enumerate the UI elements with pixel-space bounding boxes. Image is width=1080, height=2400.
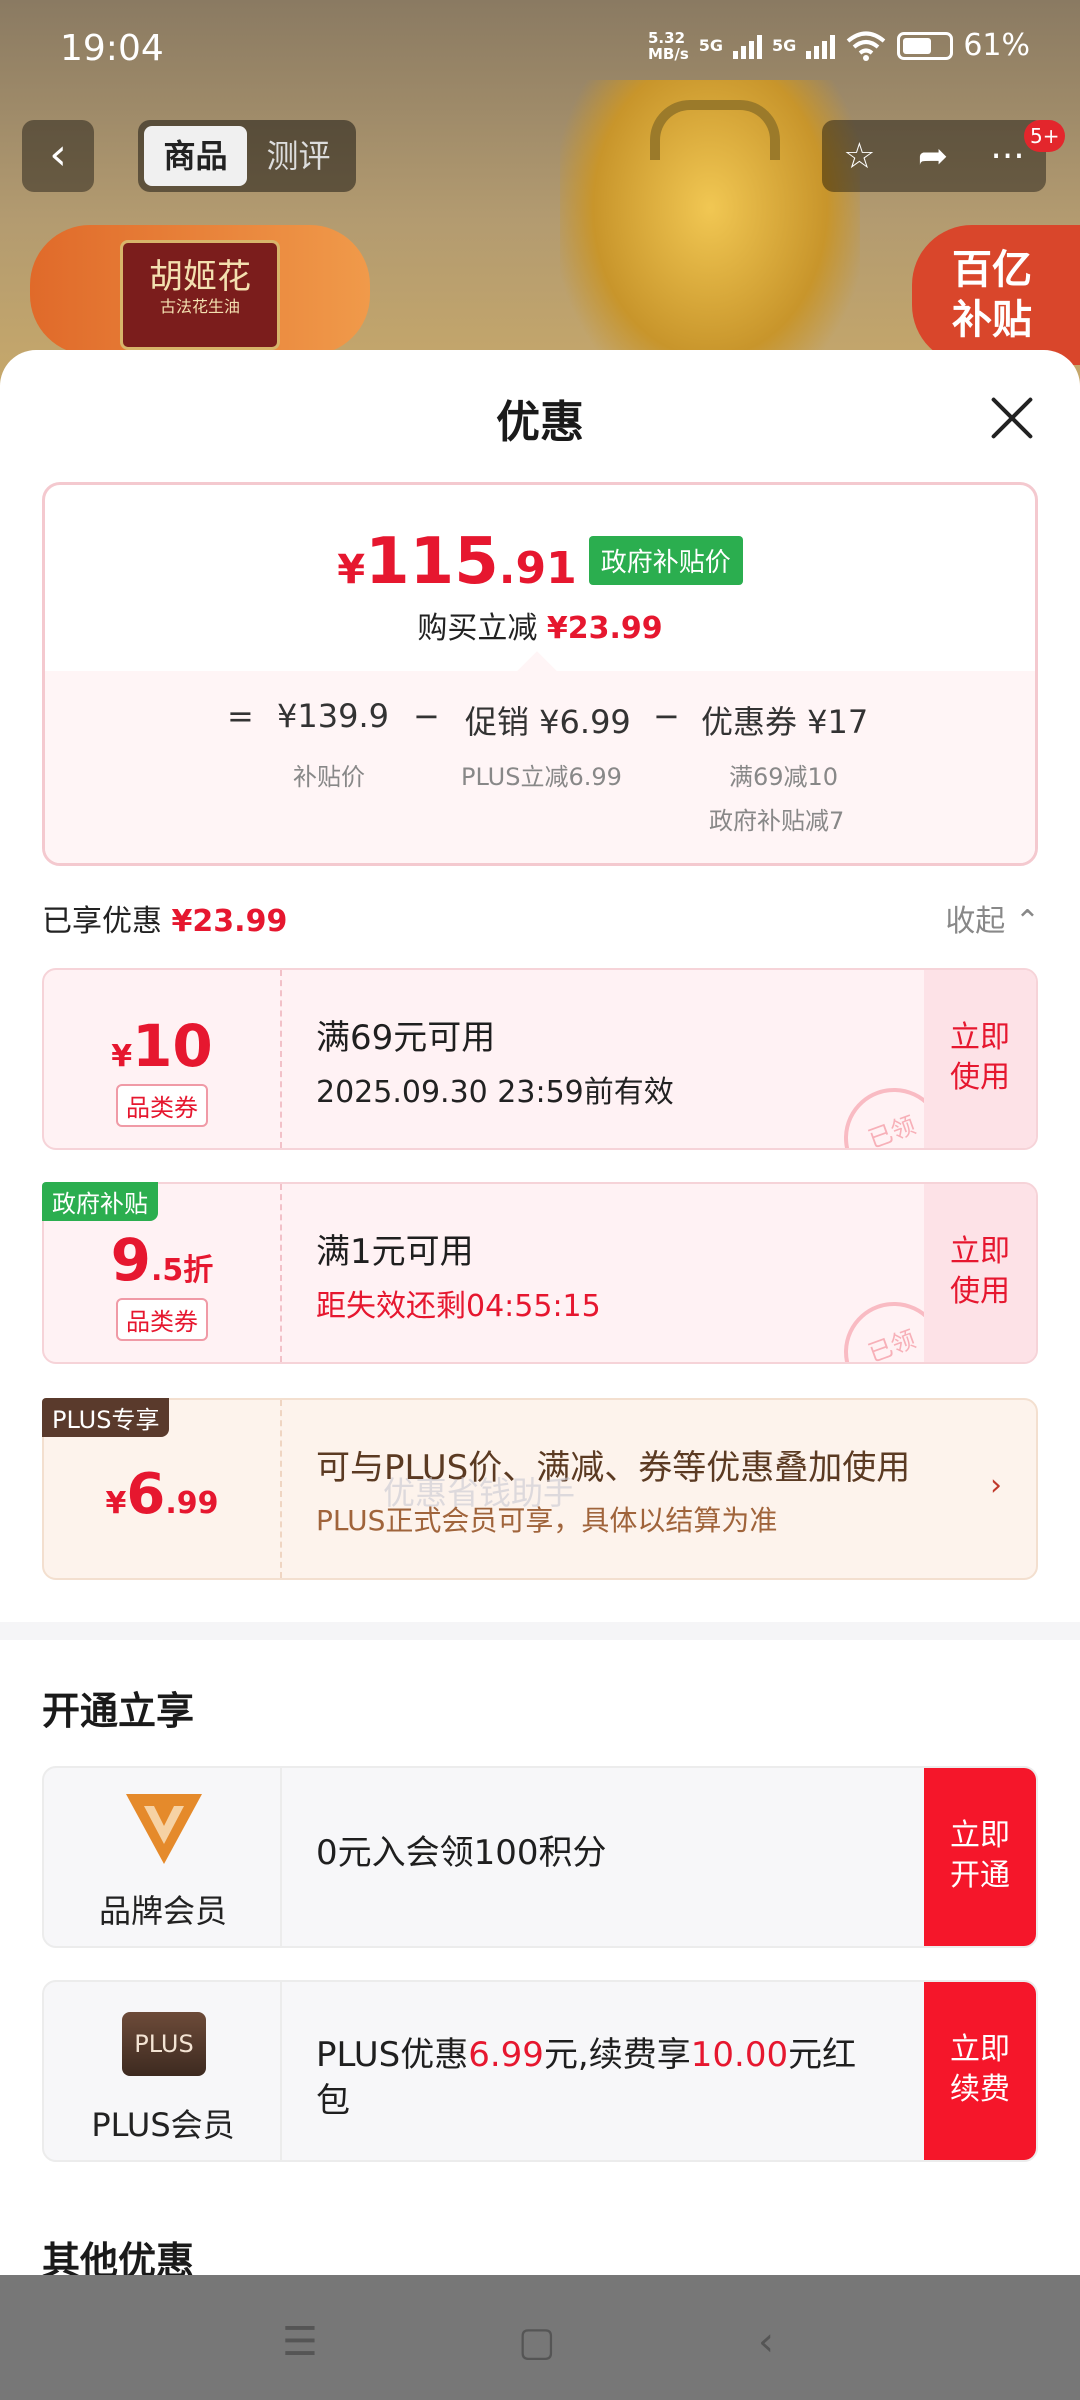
- collapse-button[interactable]: 收起 ⌃: [945, 896, 1040, 940]
- minus-sign-2: −: [653, 697, 680, 735]
- network-speed: 5.32 MB/s: [648, 28, 689, 63]
- plus-member-card: PLUS PLUS会员 PLUS优惠6.99元,续费享10.00元红包 立即 续费: [42, 1980, 1038, 2162]
- coupon-amount: 9.5折: [110, 1226, 214, 1294]
- plus-member-label: PLUS会员: [91, 2106, 235, 2144]
- other-offers-title: 其他优惠: [42, 2239, 195, 2275]
- back-arrow-icon: ‹: [49, 129, 67, 180]
- back-icon[interactable]: ‹: [758, 2319, 774, 2365]
- menu-icon[interactable]: ☰: [282, 2319, 318, 2365]
- price-card: ¥115.91 政府补贴价 购买立减 ¥23.99 = ¥139.9 − 促销 …: [42, 482, 1038, 866]
- close-icon[interactable]: [984, 390, 1040, 446]
- brand-member-card: 品牌会员 0元入会领100积分 立即 开通: [42, 1766, 1038, 1948]
- plus-member-benefit: PLUS优惠6.99元,续费享10.00元红包: [316, 2035, 857, 2121]
- renew-plus-button[interactable]: 立即 续费: [924, 1982, 1036, 2160]
- chevron-up-icon: ⌃: [1014, 904, 1040, 939]
- coupon-amount: ¥10: [111, 1012, 213, 1080]
- network-type-1: 5G: [698, 36, 724, 55]
- join-member-button[interactable]: 立即 开通: [924, 1768, 1036, 1946]
- tab-review[interactable]: 测评: [247, 126, 350, 186]
- enjoyed-discount: 已享优惠 ¥23.99: [42, 904, 288, 939]
- base-price: ¥139.9: [277, 697, 389, 735]
- brand-sub: 古法花生油: [159, 297, 240, 316]
- back-button[interactable]: ‹: [22, 120, 94, 192]
- home-icon[interactable]: ▢: [518, 2319, 556, 2365]
- tab-product[interactable]: 商品: [144, 126, 247, 186]
- coupon-category: 品类券: [116, 1084, 208, 1127]
- coupon-validity: 2025.09.30 23:59前有效: [316, 1075, 674, 1110]
- sheet-title: 优惠: [496, 397, 584, 448]
- coupon-value: 优惠券 ¥17: [701, 703, 869, 741]
- coupon-category: 品类券: [116, 1298, 208, 1341]
- battery-icon: [897, 31, 954, 60]
- system-navigation-bar: ☰ ▢ ‹: [0, 2275, 1080, 2400]
- promo-label: PLUS立减6.99: [461, 763, 622, 791]
- minus-sign-1: −: [413, 697, 440, 735]
- brand-member-logo-icon: [126, 1794, 202, 1864]
- status-bar: 19:04 5.32 MB/s 5G 5G 61%: [0, 0, 1080, 100]
- promo-value: 促销 ¥6.99: [465, 703, 631, 741]
- nav-actions: ☆ ➦ ···: [822, 120, 1046, 192]
- coupon-condition: 满1元可用: [316, 1232, 474, 1272]
- coupon-card: ¥10 品类券 满69元可用 2025.09.30 23:59前有效 已领 立即…: [42, 968, 1038, 1150]
- watermark: 优惠省钱助手: [383, 1474, 576, 1512]
- plus-amount: ¥6.99: [105, 1462, 219, 1527]
- equals-sign: =: [227, 697, 254, 735]
- brand-label: 胡姬花 古法花生油: [120, 240, 280, 350]
- product-bottle-cap: [650, 100, 780, 160]
- brand-member-benefit: 0元入会领100积分: [316, 1833, 607, 1873]
- favorite-star-icon[interactable]: ☆: [843, 136, 875, 177]
- status-time: 19:04: [60, 28, 164, 69]
- share-icon[interactable]: ➦: [918, 136, 948, 177]
- membership-section-title: 开通立享: [42, 1689, 195, 1733]
- plus-logo-icon: PLUS: [122, 2012, 206, 2076]
- coupon-condition: 满69元可用: [316, 1018, 496, 1058]
- coupon-label-2: 政府补贴减7: [709, 807, 845, 835]
- subsidy-badge: 百亿 补贴: [912, 225, 1080, 365]
- wifi-icon: [847, 31, 886, 61]
- coupon-card: 9.5折 品类券 满1元可用 距失效还剩04:55:15 已领 立即 使用: [42, 1182, 1038, 1364]
- price-tag: 政府补贴价: [588, 536, 743, 585]
- brand-member-label: 品牌会员: [98, 1892, 227, 1930]
- chevron-right-icon: ›: [990, 1468, 1002, 1503]
- use-coupon-button[interactable]: 立即 使用: [924, 970, 1036, 1148]
- final-price: ¥115.91: [337, 525, 577, 599]
- use-coupon-button[interactable]: 立即 使用: [924, 1184, 1036, 1362]
- coupon-countdown: 距失效还剩04:55:15: [316, 1289, 601, 1324]
- gov-subsidy-ribbon: 政府补贴: [42, 1182, 158, 1221]
- reduce-line: 购买立减 ¥23.99: [417, 611, 663, 646]
- coupon-label-1: 满69减10: [729, 763, 839, 791]
- nav-tabs: 商品 测评: [138, 120, 356, 192]
- battery-level: 61%: [963, 28, 1030, 63]
- network-type-2: 5G: [772, 36, 797, 55]
- subsidy-badge-line1: 百亿: [952, 247, 1032, 293]
- discount-sheet: 优惠 ¥115.91 政府补贴价 购买立减 ¥23.99 = ¥139.9 − …: [0, 350, 1080, 2275]
- signal-icon: [733, 33, 763, 59]
- plus-exclusive-ribbon: PLUS专享: [42, 1398, 170, 1437]
- price-breakdown: = ¥139.9 − 促销 ¥6.99 − 优惠券 ¥17 补贴价 PLUS立减…: [45, 671, 1035, 863]
- subsidy-badge-line2: 补贴: [952, 297, 1032, 343]
- base-price-label: 补贴价: [293, 763, 365, 791]
- more-icon[interactable]: ···: [990, 136, 1024, 177]
- signal-icon-2: [806, 33, 836, 59]
- section-divider: [0, 1622, 1080, 1640]
- message-badge: 5+: [1024, 120, 1066, 152]
- brand-name: 胡姬花: [149, 257, 251, 297]
